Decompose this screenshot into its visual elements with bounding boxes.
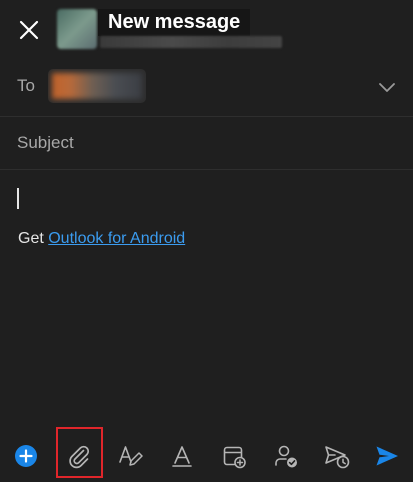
schedule-send-icon xyxy=(325,446,350,469)
recipient-chip[interactable] xyxy=(48,69,146,103)
calendar-add-icon xyxy=(223,446,246,469)
calendar-add-button[interactable] xyxy=(208,430,260,482)
format-text-icon xyxy=(172,446,192,467)
close-button[interactable] xyxy=(16,17,42,43)
send-button[interactable] xyxy=(361,430,413,482)
attach-button[interactable] xyxy=(53,430,105,482)
compose-header: New message xyxy=(0,0,413,58)
signature: Get Outlook for Android xyxy=(18,230,185,248)
subject-row xyxy=(0,117,413,170)
schedule-send-button[interactable] xyxy=(311,430,363,482)
account-avatar[interactable] xyxy=(57,9,97,49)
to-label: To xyxy=(17,76,35,95)
close-icon xyxy=(19,20,39,40)
recipient-redacted xyxy=(52,73,142,99)
compose-screen: New message To Get Outlook for Android xyxy=(0,0,413,482)
availability-button[interactable] xyxy=(260,430,312,482)
message-body[interactable]: Get Outlook for Android xyxy=(0,170,413,428)
to-field-row[interactable]: To xyxy=(0,58,413,117)
compose-toolbar xyxy=(0,430,413,482)
outlook-android-link[interactable]: Outlook for Android xyxy=(48,230,185,247)
send-icon xyxy=(376,446,398,466)
availability-icon xyxy=(275,445,297,468)
add-icon xyxy=(15,445,37,467)
page-title: New message xyxy=(98,9,251,36)
draw-button[interactable] xyxy=(104,430,156,482)
signature-prefix: Get xyxy=(18,230,49,247)
attach-icon xyxy=(69,445,90,469)
chevron-down-icon[interactable] xyxy=(379,80,395,94)
account-address-redacted xyxy=(100,36,282,48)
format-text-button[interactable] xyxy=(156,430,208,482)
add-button[interactable] xyxy=(0,430,52,482)
draw-icon xyxy=(119,446,143,466)
subject-input[interactable] xyxy=(17,132,387,154)
text-cursor xyxy=(17,188,19,209)
